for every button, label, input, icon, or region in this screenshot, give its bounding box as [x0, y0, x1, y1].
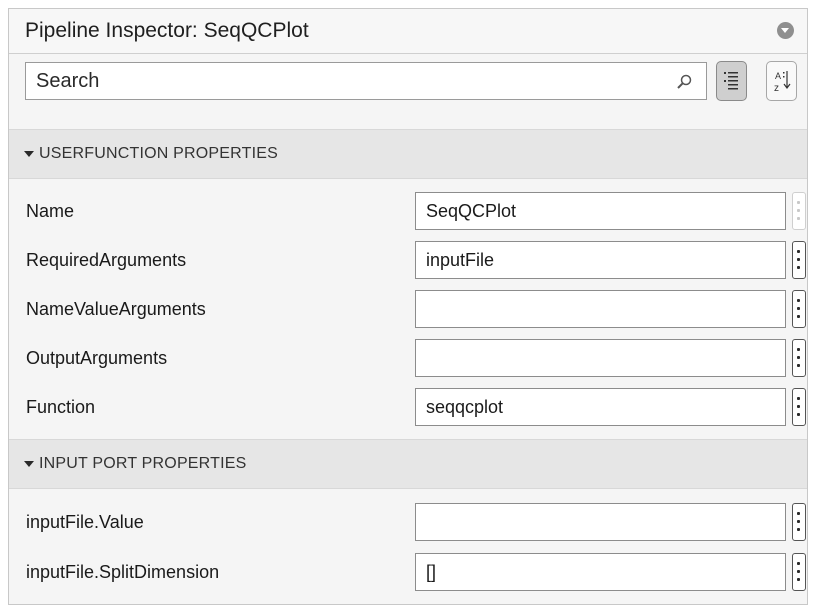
section-title: INPUT PORT PROPERTIES [39, 455, 247, 472]
property-row-input-file-value: inputFile.Value [9, 498, 807, 547]
collapse-arrow-icon[interactable] [24, 151, 34, 157]
property-row-required-arguments: RequiredArguments [9, 236, 807, 285]
name-field[interactable] [415, 192, 786, 230]
section-header-userfunction-properties[interactable]: USERFUNCTION PROPERTIES [9, 129, 807, 179]
row-menu-icon[interactable] [792, 241, 806, 279]
svg-text:z: z [774, 83, 779, 94]
search-icon[interactable] [674, 72, 694, 92]
panel-menu-icon[interactable] [777, 22, 794, 39]
property-label: inputFile.SplitDimension [26, 562, 220, 582]
panel-title: Pipeline Inspector: SeqQCPlot [25, 19, 309, 42]
property-row-output-arguments: OutputArguments [9, 334, 807, 383]
sort-alphabetical-toggle[interactable]: A z [766, 61, 797, 101]
row-menu-icon[interactable] [792, 388, 806, 426]
property-row-function: Function [9, 383, 807, 432]
section-header-input-port-properties[interactable]: INPUT PORT PROPERTIES [9, 439, 807, 489]
inspector-toolbar: A z [9, 54, 807, 129]
panel-titlebar: Pipeline Inspector: SeqQCPlot [9, 9, 807, 54]
property-row-name-value-arguments: NameValueArguments [9, 285, 807, 334]
property-label: OutputArguments [26, 348, 168, 368]
categorized-view-toggle[interactable] [716, 61, 747, 101]
collapse-arrow-icon[interactable] [24, 461, 34, 467]
required-arguments-field[interactable] [415, 241, 786, 279]
row-menu-icon[interactable] [792, 503, 806, 541]
input-file-value-field[interactable] [415, 503, 786, 541]
name-value-arguments-field[interactable] [415, 290, 786, 328]
svg-text:A: A [775, 71, 781, 81]
row-menu-icon [792, 192, 806, 230]
pipeline-inspector-panel: Pipeline Inspector: SeqQCPlot Search A z… [8, 8, 808, 605]
property-label: RequiredArguments [26, 250, 187, 270]
property-label: Name [26, 201, 75, 221]
property-label: NameValueArguments [26, 299, 206, 319]
property-label: Function [26, 397, 96, 417]
categorized-list-icon [724, 72, 738, 90]
row-menu-icon[interactable] [792, 553, 806, 591]
property-row-name: Name [9, 187, 807, 236]
sort-a-to-z-icon: A z [774, 71, 791, 94]
section-title: USERFUNCTION PROPERTIES [39, 145, 278, 162]
input-file-split-dimension-field[interactable] [415, 553, 786, 591]
property-row-input-file-split-dimension: inputFile.SplitDimension [9, 548, 807, 597]
function-field[interactable] [415, 388, 786, 426]
row-menu-icon[interactable] [792, 339, 806, 377]
row-menu-icon[interactable] [792, 290, 806, 328]
property-label: inputFile.Value [26, 512, 144, 532]
search-box[interactable] [25, 62, 707, 100]
output-arguments-field[interactable] [415, 339, 786, 377]
search-input[interactable] [26, 63, 676, 99]
